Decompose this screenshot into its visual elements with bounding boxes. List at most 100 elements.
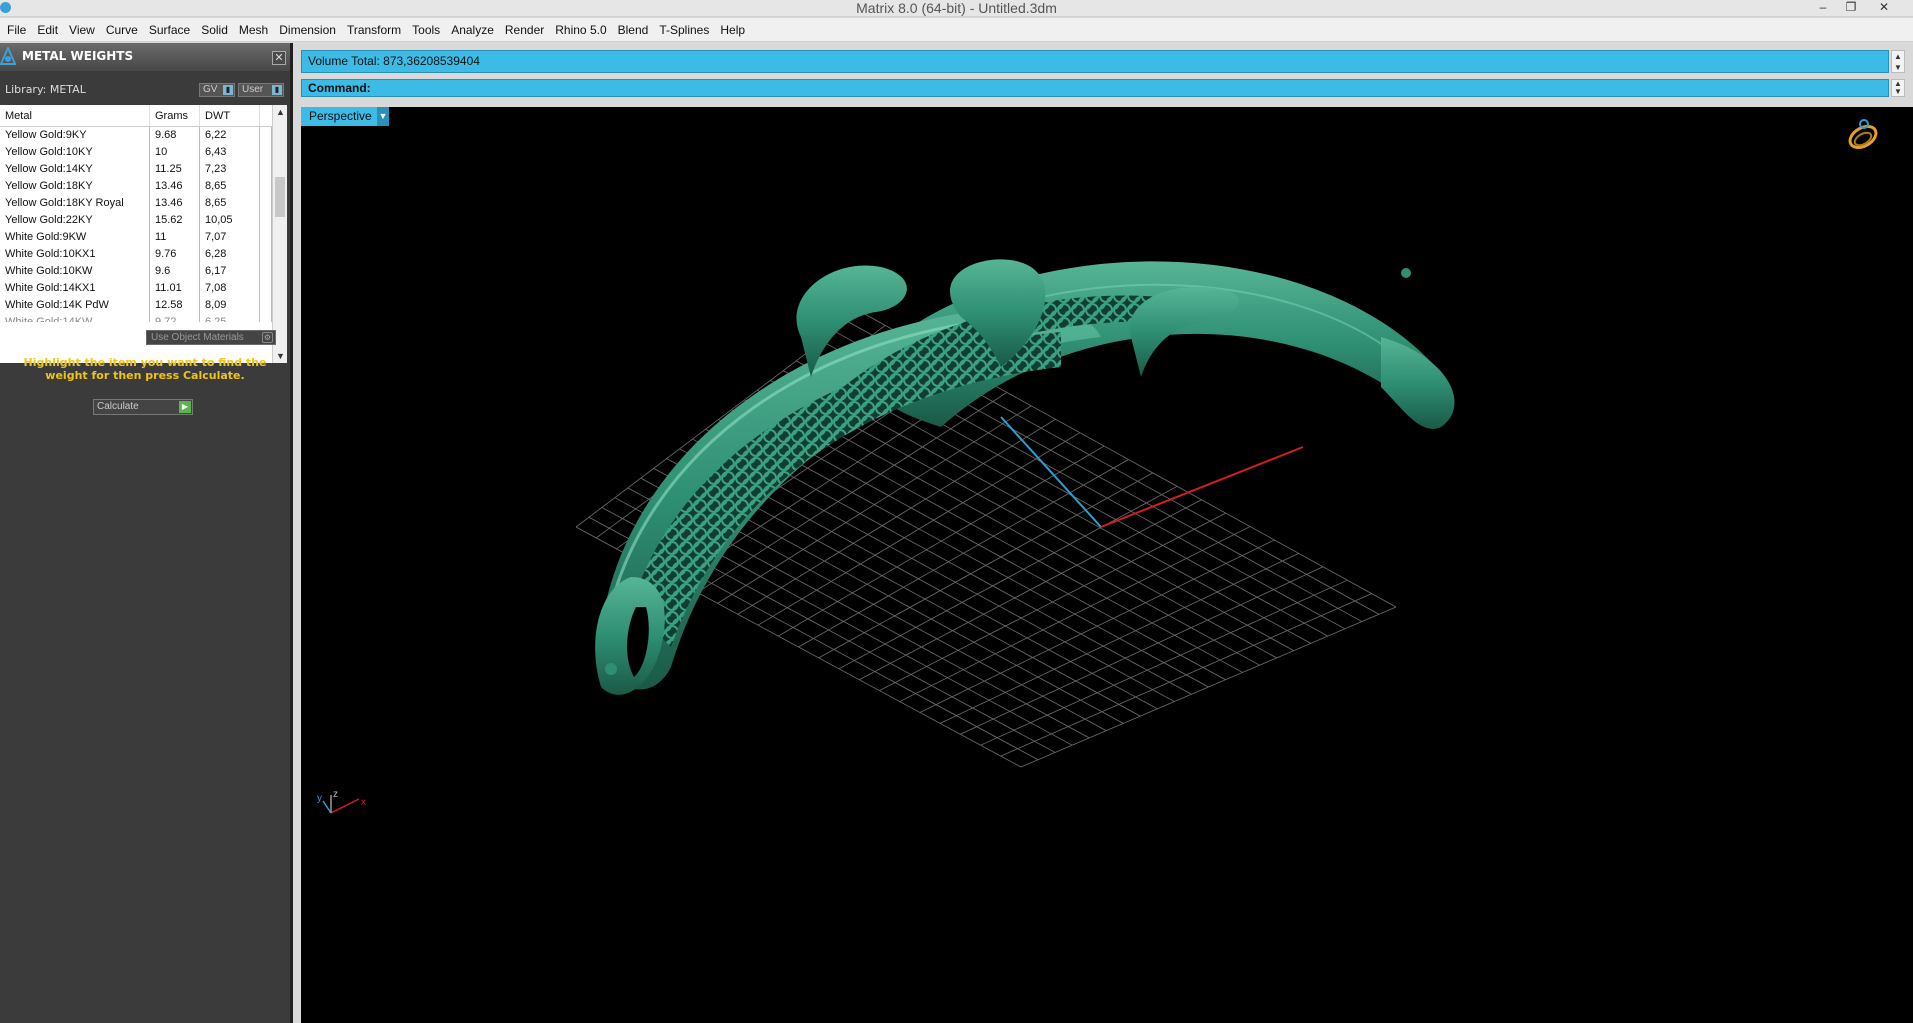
cell-grams: 10 xyxy=(150,144,200,161)
panel-title: METAL WEIGHTS xyxy=(22,49,134,63)
user-indicator-icon: ▮ xyxy=(272,85,282,95)
table-row-partial[interactable]: White Gold:14KW 9.72 6,25 xyxy=(0,314,287,322)
cell-metal: White Gold:14KX1 xyxy=(0,280,150,297)
calculate-label: Calculate xyxy=(97,401,139,412)
gv-toggle[interactable]: GV ▮ xyxy=(199,83,235,97)
library-label: Library: METAL xyxy=(5,83,86,96)
menu-rhino[interactable]: Rhino 5.0 xyxy=(550,18,612,42)
cell-dwt: 7,23 xyxy=(200,161,260,178)
cell-grams: 11.01 xyxy=(150,280,200,297)
metal-weights-panel: METAL WEIGHTS ✕ Library: METAL GV ▮ User… xyxy=(0,43,293,1023)
menu-view[interactable]: View xyxy=(64,18,101,42)
menu-blend[interactable]: Blend xyxy=(613,18,655,42)
table-row[interactable]: Yellow Gold:14KY 11.25 7,23 xyxy=(0,161,287,178)
column-header-dwt[interactable]: DWT xyxy=(200,105,260,126)
cell-dwt: 7,07 xyxy=(200,229,260,246)
axis-label-x: x xyxy=(361,797,366,808)
viewport-scene: x y z xyxy=(317,119,1879,814)
cell-grams: 9.72 xyxy=(150,314,200,322)
table-row[interactable]: White Gold:14K PdW 12.58 8,09 xyxy=(0,297,287,314)
cell-grams: 12.58 xyxy=(150,297,200,314)
ring-model[interactable] xyxy=(595,259,1455,695)
menu-solid[interactable]: Solid xyxy=(196,18,234,42)
cell-empty xyxy=(260,161,272,178)
chevron-down-icon[interactable]: ▼ xyxy=(377,107,389,126)
panel-close-button[interactable]: ✕ xyxy=(272,51,286,65)
menu-render[interactable]: Render xyxy=(500,18,550,42)
cell-grams: 11.25 xyxy=(150,161,200,178)
user-toggle[interactable]: User ▮ xyxy=(238,83,284,97)
menu-transform[interactable]: Transform xyxy=(342,18,407,42)
cell-metal: Yellow Gold:22KY xyxy=(0,212,150,229)
table-scrollbar[interactable]: ▲ ▼ xyxy=(272,105,287,363)
cell-dwt: 8,65 xyxy=(200,178,260,195)
table-row[interactable]: White Gold:10KW 9.6 6,17 xyxy=(0,263,287,280)
table-row[interactable]: Yellow Gold:18KY 13.46 8,65 xyxy=(0,178,287,195)
command-scrollbar[interactable]: ▲ ▼ xyxy=(1891,79,1905,97)
command-history-text: Volume Total: 873,36208539404 xyxy=(308,54,480,68)
cell-metal: White Gold:14KW xyxy=(0,314,150,322)
menu-surface[interactable]: Surface xyxy=(144,18,196,42)
window-title: Matrix 8.0 (64-bit) - Untitled.3dm xyxy=(856,0,1057,16)
cell-dwt: 6,43 xyxy=(200,144,260,161)
play-icon: ▶ xyxy=(179,401,191,413)
user-label: User xyxy=(242,84,264,95)
menu-tools[interactable]: Tools xyxy=(407,18,446,42)
menu-bar: File Edit View Curve Surface Solid Mesh … xyxy=(0,18,1913,42)
cell-empty xyxy=(260,144,272,161)
menu-tsplines[interactable]: T-Splines xyxy=(654,18,715,42)
cell-dwt: 6,17 xyxy=(200,263,260,280)
axis-label-y: y xyxy=(317,793,322,804)
menu-dimension[interactable]: Dimension xyxy=(274,18,342,42)
table-row[interactable]: Yellow Gold:18KY Royal 13.46 8,65 xyxy=(0,195,287,212)
axis-label-z: z xyxy=(333,789,338,800)
gv-label: GV xyxy=(203,84,218,95)
cell-grams: 13.46 xyxy=(150,195,200,212)
cell-empty xyxy=(260,178,272,195)
ring-navigation-icon[interactable] xyxy=(1846,119,1879,152)
menu-curve[interactable]: Curve xyxy=(101,18,144,42)
table-row[interactable]: Yellow Gold:22KY 15.62 10,05 xyxy=(0,212,287,229)
minimize-button[interactable]: – xyxy=(1811,0,1835,16)
cell-empty xyxy=(260,297,272,314)
menu-file[interactable]: File xyxy=(2,18,32,42)
restore-button[interactable]: ❐ xyxy=(1839,0,1863,16)
column-header-grams[interactable]: Grams xyxy=(150,105,200,126)
history-scrollbar[interactable]: ▲ ▼ xyxy=(1891,50,1905,73)
command-input[interactable]: Command: xyxy=(301,79,1889,97)
cell-empty xyxy=(260,195,272,212)
scroll-thumb[interactable] xyxy=(275,177,285,217)
column-header-metal[interactable]: Metal xyxy=(0,105,150,126)
cell-metal: White Gold:10KW xyxy=(0,263,150,280)
table-row[interactable]: Yellow Gold:9KY 9.68 6,22 xyxy=(0,127,287,144)
table-row[interactable]: White Gold:14KX1 11.01 7,08 xyxy=(0,280,287,297)
cell-metal: White Gold:14K PdW xyxy=(0,297,150,314)
use-object-materials-label: Use Object Materials xyxy=(151,332,244,343)
cell-empty xyxy=(260,212,272,229)
menu-help[interactable]: Help xyxy=(715,18,751,42)
calculate-button[interactable]: Calculate ▶ xyxy=(93,399,193,415)
viewport-label-text: Perspective xyxy=(309,109,372,123)
menu-mesh[interactable]: Mesh xyxy=(234,18,274,42)
cell-metal: Yellow Gold:14KY xyxy=(0,161,150,178)
panel-header: METAL WEIGHTS ✕ xyxy=(0,43,290,71)
close-window-button[interactable]: ✕ xyxy=(1872,0,1896,16)
menu-analyze[interactable]: Analyze xyxy=(446,18,500,42)
cell-metal: White Gold:9KW xyxy=(0,229,150,246)
scroll-up-icon[interactable]: ▲ xyxy=(273,105,288,119)
table-row[interactable]: White Gold:9KW 11 7,07 xyxy=(0,229,287,246)
cell-dwt: 6,25 xyxy=(200,314,260,322)
cell-grams: 13.46 xyxy=(150,178,200,195)
cell-metal: White Gold:10KX1 xyxy=(0,246,150,263)
cell-empty xyxy=(260,263,272,280)
table-row[interactable]: Yellow Gold:10KY 10 6,43 xyxy=(0,144,287,161)
cell-metal: Yellow Gold:18KY xyxy=(0,178,150,195)
cell-empty xyxy=(260,280,272,297)
viewport-label-perspective[interactable]: Perspective ▼ xyxy=(301,107,389,126)
table-row[interactable]: White Gold:10KX1 9.76 6,28 xyxy=(0,246,287,263)
metal-table: Metal Grams DWT Yellow Gold:9KY 9.68 6,22 … xyxy=(0,105,287,363)
use-object-materials-button[interactable]: Use Object Materials ⚙ xyxy=(146,330,276,345)
perspective-viewport[interactable]: x y z Perspective ▼ xyxy=(301,107,1913,1023)
menu-edit[interactable]: Edit xyxy=(32,18,64,42)
cell-dwt: 7,08 xyxy=(200,280,260,297)
